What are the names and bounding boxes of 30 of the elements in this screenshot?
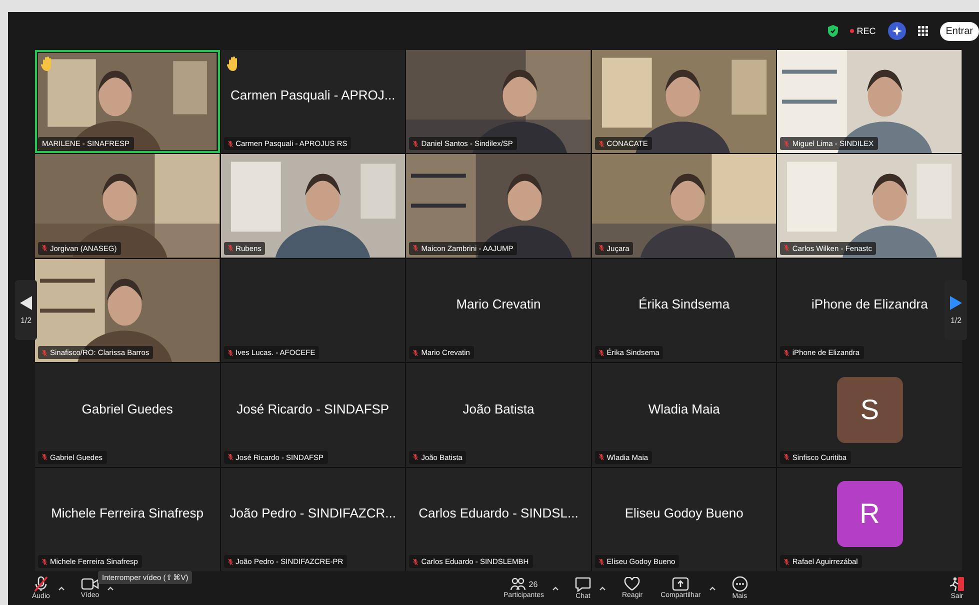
left-arrow-icon — [20, 296, 32, 310]
participant-name: João Batista — [462, 401, 534, 416]
more-icon — [732, 576, 748, 592]
participant-name: Eliseu Godoy Bueno — [624, 506, 744, 521]
participant-name: Carmen Pasquali - APROJ... — [230, 88, 396, 103]
previous-page-button[interactable]: 1/2 — [15, 280, 37, 340]
participant-name: Érika Sindsema — [638, 296, 730, 312]
recording-indicator[interactable]: REC — [856, 26, 876, 36]
participant-name: José Ricardo - SINDAFSP — [236, 401, 390, 416]
participant-name: Wladia Maia — [648, 401, 720, 416]
camera-icon — [81, 577, 100, 591]
apps-grid-icon[interactable] — [918, 26, 928, 36]
participant-name: João Pedro - SINDIFAZCR... — [230, 506, 396, 521]
share-screen-icon — [672, 577, 690, 591]
shield-icon[interactable] — [828, 25, 838, 37]
heart-icon — [624, 577, 640, 591]
participant-name: Carlos Eduardo - SINDSL... — [418, 506, 578, 521]
people-icon — [510, 577, 526, 591]
avatar: S — [836, 376, 903, 443]
exit-icon — [949, 576, 965, 592]
participant-name: iPhone de Elizandra — [812, 296, 928, 312]
participant-name: Gabriel Guedes — [82, 401, 173, 416]
sparkle-icon[interactable] — [888, 22, 906, 40]
participant-name: Mario Crevatin — [456, 296, 541, 312]
avatar: R — [836, 481, 903, 548]
chat-icon — [574, 576, 591, 592]
participant-name: Michele Ferreira Sinafresp — [51, 506, 204, 521]
join-button[interactable]: Entrar — [940, 22, 979, 40]
participant-count: 26 — [528, 580, 538, 588]
right-arrow-icon — [950, 296, 962, 310]
